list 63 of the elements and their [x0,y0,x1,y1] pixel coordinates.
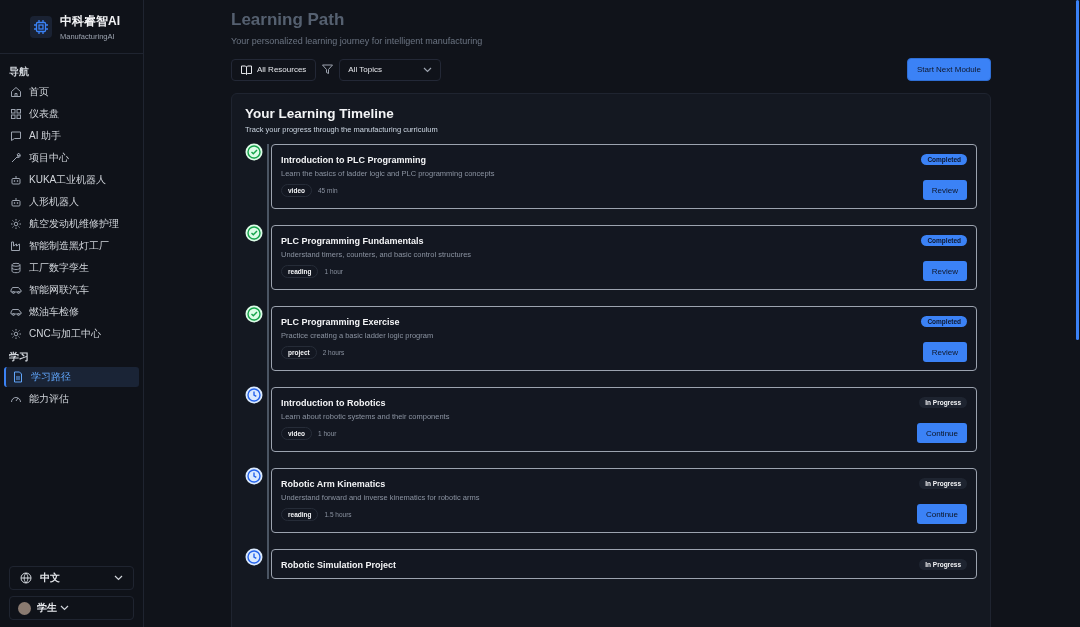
section-heading: 学习 [8,350,30,364]
check-circle-icon [245,143,263,161]
nav-item[interactable]: 能力评估 [4,389,139,409]
robot-icon [10,174,22,186]
module-title: PLC Programming Fundamentals [281,235,424,246]
review-button[interactable]: Review [922,261,967,281]
nav-item[interactable]: 项目中心 [4,148,139,168]
brand-name: 中科睿智AI [60,12,120,30]
chevron-down-icon [114,575,123,581]
nav-item[interactable]: 智能网联汽车 [4,280,139,300]
module-title: Robotic Simulation Project [281,559,396,570]
nav-item[interactable]: 首页 [4,82,139,102]
robot-icon [10,196,22,208]
nav-item[interactable]: KUKA工业机器人 [4,170,139,190]
module-title: PLC Programming Exercise [281,316,400,327]
chip-logo-icon [30,15,52,38]
review-button[interactable]: Review [922,342,967,362]
chat-icon [10,130,22,142]
module-title: Robotic Arm Kinematics [281,478,386,489]
nav-item[interactable]: 航空发动机维修护理 [4,214,139,234]
nav-item[interactable]: 智能制造黑灯工厂 [4,236,139,256]
continue-button[interactable]: Continue [916,423,967,443]
scrollbar-thumb[interactable] [1076,0,1079,340]
page-subtitle: Your personalized learning journey for intelligent manufacturing [231,36,484,46]
continue-button[interactable]: Continue [916,504,967,524]
clock-icon [245,386,263,404]
globe-icon [20,572,32,584]
nav-item[interactable]: 人形机器人 [4,192,139,212]
nav-item[interactable]: AI 助手 [4,126,139,146]
timeline-title: Your Learning Timeline [245,106,395,121]
check-circle-icon [245,224,263,242]
grid-icon [10,108,22,120]
avatar [18,601,31,615]
module-title: Introduction to PLC Programming [281,154,426,165]
start-next-module-button[interactable]: Start Next Module [906,58,991,81]
clock-icon [245,467,263,485]
section-heading: 导航 [8,65,30,79]
document-icon [12,371,24,383]
database-icon [10,262,22,274]
gear-icon [10,328,22,340]
review-button[interactable]: Review [922,180,967,200]
chevron-down-icon [423,66,433,73]
car-icon [10,306,22,318]
resources-button[interactable]: All Resources [231,58,317,81]
book-icon [241,64,252,75]
car-icon [10,284,22,296]
page-title: Learning Path [231,10,346,30]
factory-icon [10,240,22,252]
nav-item[interactable]: 学习路径 [4,367,139,387]
user-menu[interactable]: 学生 [9,596,134,620]
topics-select[interactable]: All Topics [339,58,442,81]
nav-item[interactable]: 工厂数字孪生 [4,258,139,278]
clock-icon [245,548,263,566]
nav-item[interactable]: 仪表盘 [4,104,139,124]
home-icon [10,86,22,98]
gear-icon [10,218,22,230]
check-circle-icon [245,305,263,323]
module-title: Introduction to Robotics [281,397,386,408]
nav-item[interactable]: CNC与加工中心 [4,324,139,344]
filter-icon [322,64,334,75]
chevron-down-icon [60,605,69,611]
language-select[interactable]: 中文 [9,566,134,590]
nav-item[interactable]: 燃油车检修 [4,302,139,322]
